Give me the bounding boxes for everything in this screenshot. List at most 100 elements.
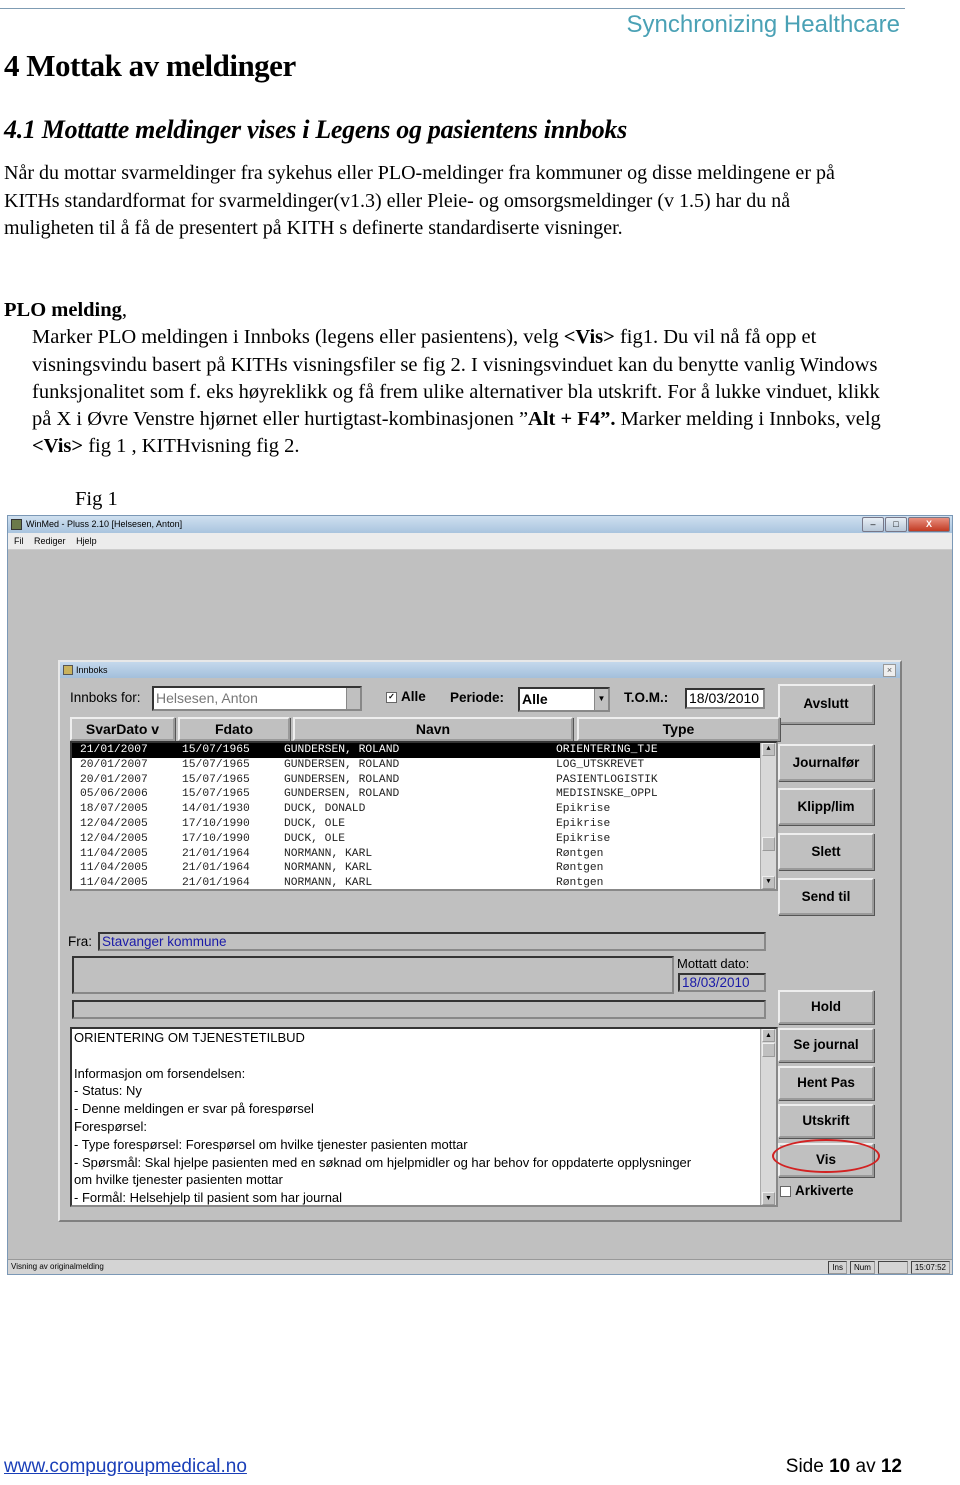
journalfor-button[interactable]: Journalfør	[778, 744, 874, 781]
figure-caption: Fig 1	[75, 488, 118, 510]
slett-button[interactable]: Slett	[778, 833, 874, 870]
workspace: Innboks × Innboks for: Helsesen, Anton ✓…	[8, 550, 952, 1260]
plo-title: PLO melding	[4, 299, 122, 321]
scroll-up-icon[interactable]: ▲	[762, 743, 775, 756]
se-journal-button[interactable]: Se journal	[778, 1028, 874, 1062]
page-number: Side 10 av 12	[785, 1456, 902, 1477]
table-row[interactable]: 18/07/2005 14/01/1930 DUCK, DONALD Epikrise	[72, 802, 776, 817]
table-cell: 15/07/1965	[182, 758, 250, 771]
status-bar: Visning av originalmelding Ins Num 15:07…	[8, 1259, 952, 1274]
chevron-down-icon[interactable]: ▼	[594, 689, 608, 710]
message-line: - Spørsmål: Skal hjelpe pasienten med en…	[74, 1154, 692, 1170]
table-cell: PASIENTLOGISTIK	[556, 773, 658, 786]
avslutt-button[interactable]: Avslutt	[778, 684, 874, 724]
table-cell: 11/04/2005	[80, 862, 148, 875]
innboks-for-label: Innboks for:	[70, 690, 141, 705]
plo-section: PLO melding, Marker PLO meldingen i Innb…	[4, 297, 904, 461]
maximize-button[interactable]: □	[885, 517, 907, 532]
utskrift-button[interactable]: Utskrift	[778, 1104, 874, 1138]
table-cell: 21/01/1964	[182, 877, 250, 890]
section-heading: 4.1 Mottatte meldinger vises i Legens og…	[4, 115, 627, 144]
close-button[interactable]: X	[908, 517, 950, 532]
klipp-lim-button[interactable]: Klipp/lim	[778, 788, 874, 825]
table-cell: 20/01/2007	[80, 758, 148, 771]
hent-pas-button[interactable]: Hent Pas	[778, 1066, 874, 1100]
table-row[interactable]: 21/01/2007 15/07/1965 GUNDERSEN, ROLAND ORI…	[72, 743, 776, 758]
menu-rediger[interactable]: Rediger	[34, 536, 66, 546]
list-scrollbar[interactable]: ▲ ▼	[760, 743, 776, 889]
message-content[interactable]: ORIENTERING OM TJENESTETILBUD Informasjon…	[70, 1027, 778, 1207]
checkbox-icon: ✓	[386, 691, 397, 703]
scroll-thumb[interactable]	[762, 1043, 775, 1057]
field-scroll-handle[interactable]	[346, 688, 360, 709]
minimize-button[interactable]: –	[862, 517, 884, 532]
table-row[interactable]: 11/04/2005 21/01/1964 NORMANN, KARL Røntgen	[72, 861, 776, 876]
table-cell: 11/04/2005	[80, 847, 148, 860]
table-cell: Røntgen	[556, 847, 604, 860]
dialog-close-button[interactable]: ×	[883, 664, 896, 677]
chapter-heading: 4 Mottak av meldinger	[4, 48, 296, 83]
table-cell: 14/01/1930	[182, 803, 250, 816]
column-svardato[interactable]: SvarDato v	[70, 717, 175, 741]
vis-button[interactable]: Vis	[772, 1139, 880, 1177]
table-cell: MEDISINSKE_OPPL	[556, 788, 658, 801]
app-icon	[11, 519, 22, 530]
dialog-titlebar: Innboks ×	[60, 662, 900, 678]
tom-date-input[interactable]: 18/03/2010	[685, 688, 765, 709]
hold-button[interactable]: Hold	[778, 990, 874, 1024]
scroll-up-icon[interactable]: ▲	[762, 1029, 775, 1042]
checkbox-icon	[780, 1185, 791, 1197]
table-row[interactable]: 12/04/2005 17/10/1990 DUCK, OLE Epikrise	[72, 817, 776, 832]
table-cell: Epikrise	[556, 803, 611, 816]
mottatt-field: 18/03/2010	[678, 973, 766, 992]
table-cell: NORMANN, KARL	[284, 847, 373, 860]
scroll-down-icon[interactable]: ▼	[762, 1192, 775, 1205]
message-line: Informasjon om forsendelsen:	[74, 1065, 246, 1081]
table-row[interactable]: 12/04/2005 17/10/1990 DUCK, OLE Epikrise	[72, 832, 776, 847]
table-row[interactable]: 20/01/2007 15/07/1965 GUNDERSEN, ROLAND PAS…	[72, 773, 776, 788]
scroll-thumb[interactable]	[762, 837, 775, 851]
status-empty	[877, 1261, 908, 1274]
table-cell: 11/04/2005	[80, 877, 148, 890]
winmed-screenshot: WinMed - Pluss 2.10 [Helsesen, Anton] – …	[7, 515, 953, 1275]
table-cell: GUNDERSEN, ROLAND	[284, 773, 400, 786]
status-text: Visning av originalmelding	[11, 1262, 104, 1271]
send-til-button[interactable]: Send til	[778, 878, 874, 915]
table-cell: ORIENTERING_TJE	[556, 744, 658, 756]
periode-label: Periode:	[450, 690, 505, 705]
table-row[interactable]: 20/01/2007 15/07/1965 GUNDERSEN, ROLAND LOG…	[72, 758, 776, 773]
table-cell: NORMANN, KARL	[284, 877, 373, 890]
footer-website-link[interactable]: www.compugroupmedical.no	[4, 1456, 247, 1478]
table-cell: 15/07/1965	[182, 744, 250, 756]
inbox-icon	[63, 665, 73, 675]
menu-hjelp[interactable]: Hjelp	[76, 536, 97, 546]
tom-label: T.O.M.:	[624, 690, 669, 705]
message-list[interactable]: 21/01/2007 15/07/1965 GUNDERSEN, ROLAND ORI…	[70, 741, 778, 891]
table-row[interactable]: 11/04/2005 21/01/1964 NORMANN, KARL Røntgen	[72, 876, 776, 890]
subject-field	[72, 956, 674, 994]
message-line: Forespørsel:	[74, 1118, 147, 1134]
arkiverte-checkbox[interactable]: Arkiverte	[780, 1183, 854, 1198]
dialog-title: Innboks	[76, 665, 108, 675]
table-row[interactable]: 11/04/2005 21/01/1964 NORMANN, KARL Røntgen	[72, 847, 776, 862]
menu-bar: Fil Rediger Hjelp	[8, 533, 952, 550]
message-line: - Type forespørsel: Forespørsel om hvilk…	[74, 1136, 468, 1152]
periode-select[interactable]: Alle ▼	[518, 687, 610, 712]
message-line: ORIENTERING OM TJENESTETILBUD	[74, 1030, 305, 1045]
column-type[interactable]: Type	[577, 717, 780, 741]
table-cell: 18/07/2005	[80, 803, 148, 816]
table-row[interactable]: 05/06/2006 15/07/1965 GUNDERSEN, ROLAND MED…	[72, 787, 776, 802]
scroll-down-icon[interactable]: ▼	[762, 876, 775, 889]
table-cell: 21/01/1964	[182, 847, 250, 860]
table-cell: 05/06/2006	[80, 788, 148, 801]
header-rule	[0, 8, 905, 9]
alle-checkbox[interactable]: ✓ Alle	[386, 689, 426, 704]
table-cell: 21/01/1964	[182, 862, 250, 875]
column-navn[interactable]: Navn	[293, 717, 573, 741]
menu-fil[interactable]: Fil	[14, 536, 24, 546]
app-title: WinMed - Pluss 2.10 [Helsesen, Anton]	[26, 519, 183, 529]
content-scrollbar[interactable]: ▲ ▼	[760, 1029, 776, 1205]
header-brand: Synchronizing Healthcare	[626, 11, 900, 38]
column-fdato[interactable]: Fdato	[178, 717, 290, 741]
innboks-for-field[interactable]: Helsesen, Anton	[152, 686, 362, 711]
